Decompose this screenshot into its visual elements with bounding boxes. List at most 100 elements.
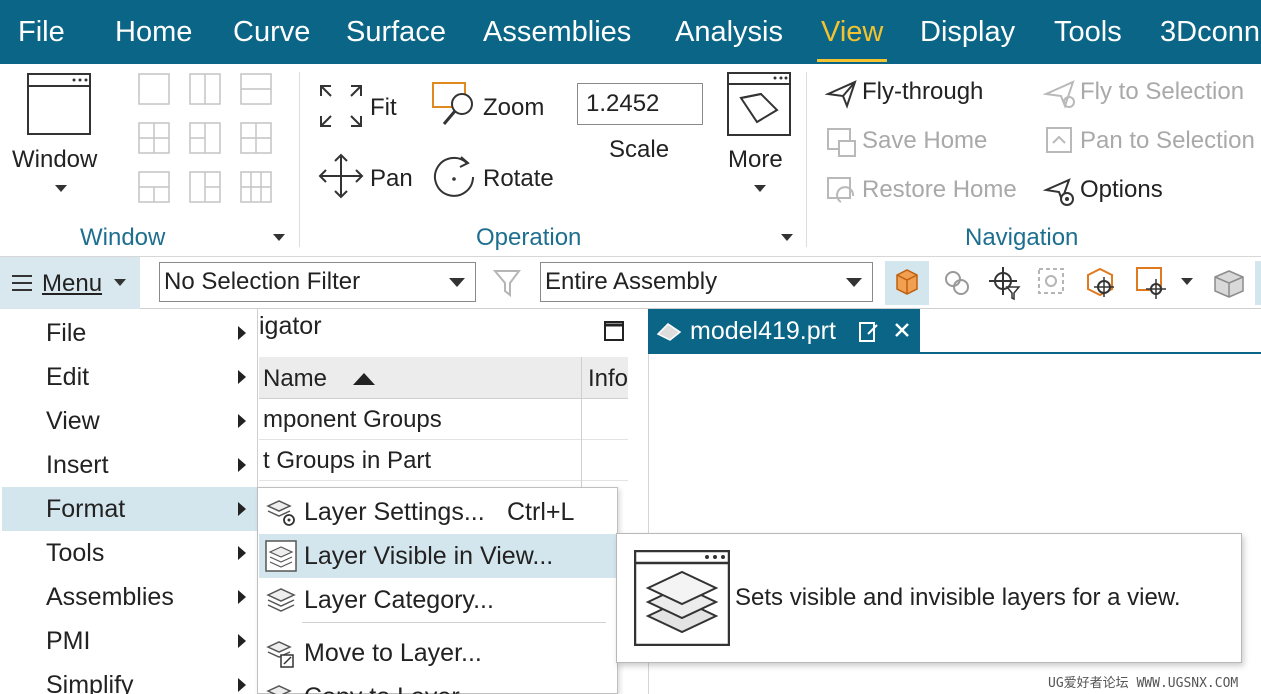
- layer-settings-item[interactable]: Layer Settings... Ctrl+L: [259, 490, 616, 534]
- layout-three-left-icon[interactable]: [189, 122, 221, 154]
- menu-item-file[interactable]: File: [2, 311, 257, 355]
- rotate-icon: [434, 156, 474, 197]
- chevron-down-icon: [754, 185, 766, 192]
- fly-to-selection-label: Fly to Selection: [1080, 78, 1245, 105]
- tab-analysis[interactable]: Analysis: [675, 0, 783, 64]
- navigation-group-label: Navigation: [965, 224, 1079, 251]
- move-to-layer-item[interactable]: Move to Layer...: [259, 631, 616, 675]
- submenu-arrow-icon: [238, 678, 246, 692]
- options-label: Options: [1080, 176, 1163, 203]
- menu-item-tools[interactable]: Tools: [2, 531, 257, 575]
- layout-two-horizontal-icon[interactable]: [240, 73, 272, 105]
- select-component-button[interactable]: [885, 261, 929, 305]
- gray-cube-icon: [1214, 270, 1244, 298]
- select-features-button[interactable]: [935, 261, 979, 305]
- window-group-label: Window: [80, 224, 166, 251]
- fit-label: Fit: [370, 94, 397, 121]
- tab-file[interactable]: File: [18, 0, 65, 64]
- filter-reset-icon[interactable]: [492, 267, 526, 301]
- tree-row[interactable]: mponent Groups: [259, 400, 628, 440]
- submenu-arrow-icon: [238, 458, 246, 472]
- show-hide-button[interactable]: [1207, 261, 1251, 305]
- column-divider: [581, 399, 582, 487]
- layout-four-icon[interactable]: [138, 122, 170, 154]
- main-menu: File Edit View Insert Format Tools Assem…: [0, 309, 258, 694]
- navigator-title: igator: [259, 312, 322, 340]
- chevron-down-icon: [114, 279, 126, 286]
- menu-item-edit[interactable]: Edit: [2, 355, 257, 399]
- close-icon[interactable]: [894, 322, 910, 338]
- submenu-arrow-icon: [238, 370, 246, 384]
- zoom-icon: [432, 82, 473, 125]
- tab-assemblies[interactable]: Assemblies: [483, 0, 631, 64]
- tab-curve[interactable]: Curve: [233, 0, 310, 64]
- menubar: File Home Curve Surface Assemblies Analy…: [0, 0, 1261, 64]
- menu-item-view[interactable]: View: [2, 399, 257, 443]
- snap-point-button[interactable]: [1130, 261, 1174, 305]
- fit-icon: [320, 85, 362, 127]
- airplane-icon: [825, 80, 857, 109]
- maximize-icon[interactable]: [604, 321, 624, 341]
- layer-visible-in-view-icon: [634, 550, 730, 646]
- group-expand-icon[interactable]: [273, 234, 285, 241]
- submenu-arrow-icon: [238, 502, 246, 516]
- layer-category-item[interactable]: Layer Category...: [259, 578, 616, 622]
- menu-item-label: Simplify: [46, 671, 134, 694]
- group-separator: [806, 72, 807, 247]
- column-name[interactable]: Name: [263, 357, 327, 401]
- document-tab[interactable]: model419.prt: [648, 309, 920, 353]
- tab-display[interactable]: Display: [920, 0, 1015, 64]
- chevron-down-icon[interactable]: [1181, 278, 1193, 285]
- scale-input[interactable]: 1.2452: [577, 83, 703, 125]
- part-file-icon: [656, 323, 682, 341]
- menu-item-format[interactable]: Format: [2, 487, 257, 531]
- options-gear-icon: [1043, 178, 1074, 206]
- menu-item-simplify[interactable]: Simplify: [2, 663, 257, 694]
- layout-top-bottom-icon[interactable]: [138, 171, 170, 203]
- group-expand-icon[interactable]: [781, 234, 793, 241]
- menu-label: Menu: [42, 270, 103, 297]
- restore-home-label: Restore Home: [862, 176, 1017, 203]
- chevron-down-icon: [449, 278, 465, 287]
- layer-settings-label: Layer Settings...: [304, 498, 485, 526]
- layer-settings-icon: [266, 500, 295, 526]
- snap-body-button[interactable]: [1080, 261, 1124, 305]
- selection-filter-dropdown[interactable]: No Selection Filter: [159, 262, 476, 302]
- tab-home[interactable]: Home: [115, 0, 192, 64]
- restore-home-icon: [827, 177, 855, 203]
- tab-surface[interactable]: Surface: [346, 0, 446, 64]
- toolbar-overflow[interactable]: [1255, 261, 1261, 305]
- layout-grid-icon[interactable]: [240, 122, 272, 154]
- navigator-header: Name Info: [259, 357, 628, 399]
- more-label: More: [728, 146, 783, 173]
- menu-item-label: Assemblies: [46, 583, 174, 611]
- menu-item-insert[interactable]: Insert: [2, 443, 257, 487]
- tab-tools[interactable]: Tools: [1054, 0, 1122, 64]
- tooltip-text: Sets visible and invisible layers for a …: [735, 584, 1181, 611]
- tab-view[interactable]: View: [816, 0, 888, 64]
- copy-to-layer-item[interactable]: Copy to Layer...: [259, 675, 616, 694]
- pan-to-selection-label: Pan to Selection: [1080, 127, 1255, 154]
- chevron-down-icon: [846, 278, 862, 287]
- move-to-layer-icon: [266, 641, 294, 668]
- pan-icon: [318, 153, 364, 199]
- body-crosshair-icon: [1087, 267, 1114, 297]
- select-in-view-button[interactable]: [1031, 261, 1075, 305]
- menu-item-assemblies[interactable]: Assemblies: [2, 575, 257, 619]
- layout-three-right-icon[interactable]: [189, 171, 221, 203]
- column-info[interactable]: Info: [588, 357, 628, 401]
- tab-3dconnexion[interactable]: 3Dconn: [1160, 0, 1260, 64]
- layout-two-vertical-icon[interactable]: [189, 73, 221, 105]
- tree-row[interactable]: t Groups in Part: [259, 441, 628, 481]
- save-home-icon: [827, 128, 856, 157]
- layer-visible-in-view-item[interactable]: Layer Visible in View...: [259, 534, 616, 578]
- tree-row-label: mponent Groups: [263, 406, 442, 433]
- menu-button[interactable]: Menu: [0, 257, 140, 309]
- copy-to-layer-icon: [266, 685, 292, 694]
- layout-six-icon[interactable]: [240, 171, 272, 203]
- layout-single-icon[interactable]: [138, 73, 170, 105]
- menu-item-pmi[interactable]: PMI: [2, 619, 257, 663]
- selection-filter-button[interactable]: [983, 261, 1027, 305]
- scope-dropdown[interactable]: Entire Assembly: [540, 262, 873, 302]
- save-home-label: Save Home: [862, 127, 988, 154]
